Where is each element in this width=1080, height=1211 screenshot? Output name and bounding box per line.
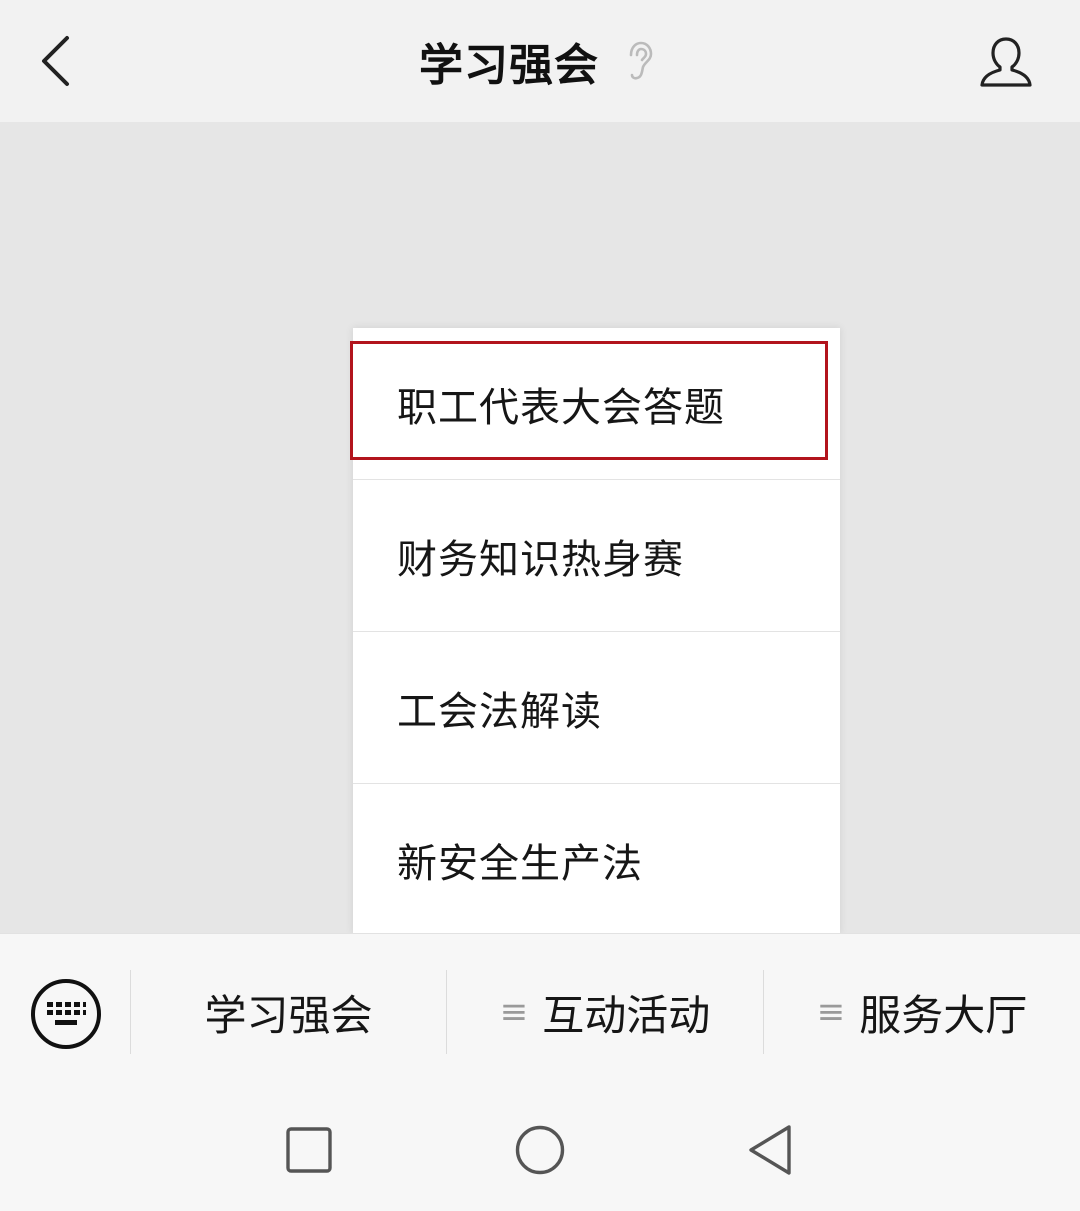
menubar-item-study[interactable]: 学习强会 <box>131 968 446 1056</box>
menubar-item-service-hall[interactable]: ≡ 服务大厅 <box>764 968 1080 1056</box>
menu-item-safety-law[interactable]: 新安全生产法 <box>353 784 840 936</box>
submenu-popup: 职工代表大会答题 财务知识热身赛 工会法解读 新安全生产法 <box>350 328 840 936</box>
keyboard-toggle-button[interactable] <box>28 976 104 1052</box>
system-nav-bar <box>0 1088 1080 1211</box>
menu-item-label: 工会法解读 <box>397 688 602 735</box>
recents-square-icon <box>286 1127 332 1173</box>
menu-item-label: 财务知识热身赛 <box>397 536 684 583</box>
bottom-menu-bar: 学习强会 ≡ 互动活动 ≡ 服务大厅 <box>0 933 1080 1088</box>
back-triangle-icon <box>749 1125 791 1175</box>
menubar-item-label: 互动活动 <box>542 990 711 1040</box>
user-icon <box>980 37 1032 87</box>
menu-item-congress-quiz[interactable]: 职工代表大会答题 <box>350 328 840 480</box>
home-button[interactable] <box>512 1122 568 1178</box>
menu-lines-icon: ≡ <box>816 992 846 1032</box>
menu-lines-icon: ≡ <box>499 992 529 1032</box>
recents-button[interactable] <box>281 1122 337 1178</box>
keyboard-icon <box>31 979 101 1049</box>
menu-item-union-law[interactable]: 工会法解读 <box>353 632 840 784</box>
back-nav-button[interactable] <box>742 1122 798 1178</box>
menubar-item-label: 学习强会 <box>204 990 373 1040</box>
menu-item-finance-quiz[interactable]: 财务知识热身赛 <box>353 480 840 632</box>
ear-icon <box>625 39 661 83</box>
menu-item-label: 职工代表大会答题 <box>397 384 725 431</box>
menubar-item-activities[interactable]: ≡ 互动活动 <box>447 968 763 1056</box>
menu-item-label: 新安全生产法 <box>397 841 643 887</box>
home-circle-icon <box>515 1125 565 1175</box>
profile-button[interactable] <box>970 26 1042 98</box>
menubar-item-label: 服务大厅 <box>859 990 1028 1040</box>
top-nav-bar: 学习强会 <box>0 0 1080 122</box>
page-title: 学习强会 <box>419 40 599 91</box>
